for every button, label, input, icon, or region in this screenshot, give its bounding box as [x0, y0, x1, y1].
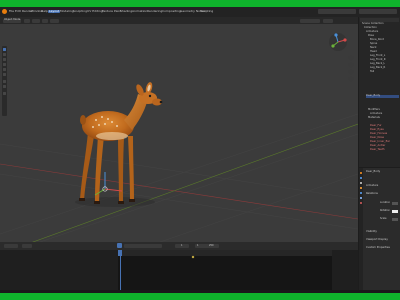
scale-tool-icon[interactable] [3, 68, 6, 71]
current-frame-field[interactable]: 1 [175, 244, 189, 248]
deer-model[interactable] [75, 81, 163, 207]
render-tab-icon[interactable] [360, 177, 362, 179]
material-row[interactable]: Deer_Teeth [370, 148, 385, 152]
object-menu[interactable] [50, 18, 59, 23]
modifier-tab-icon[interactable] [360, 192, 362, 194]
viewport-canvas[interactable] [0, 24, 358, 242]
end-frame-value: 250 [209, 243, 214, 247]
select-tool-icon[interactable] [3, 48, 6, 51]
tab-sculpting[interactable]: Sculpting [73, 10, 87, 13]
blender-logo-icon[interactable] [2, 9, 7, 14]
rotate-tool-icon[interactable] [3, 63, 6, 66]
measure-tool-icon[interactable] [3, 85, 6, 88]
3d-viewport[interactable] [0, 24, 358, 242]
menu-help[interactable]: Help [41, 10, 48, 13]
x-axis-line [0, 163, 358, 220]
transform-tool-icon[interactable] [3, 73, 6, 76]
current-frame-value: 1 [181, 243, 183, 247]
status-bar [0, 290, 400, 293]
add-menu[interactable] [42, 18, 48, 23]
properties-title: Deer_Body [366, 170, 381, 173]
playback-menu[interactable] [4, 244, 18, 248]
menu-file[interactable]: File [9, 10, 14, 13]
tab-compositing[interactable]: Compositing [162, 10, 181, 13]
view-menu[interactable] [24, 18, 30, 23]
location-label: Location [380, 201, 391, 204]
rotation-label: Rotation [380, 209, 390, 212]
tab-layout[interactable]: Layout [48, 10, 61, 13]
properties-tabs [359, 168, 363, 293]
cursor-tool-icon[interactable] [3, 53, 6, 56]
location-field[interactable] [392, 202, 398, 205]
outliner-row[interactable]: Materials [368, 116, 380, 120]
material-tab-icon[interactable] [360, 202, 362, 204]
properties-section[interactable]: Armature [366, 184, 378, 188]
properties-section[interactable]: Custom Properties [366, 246, 390, 250]
properties-section[interactable]: Visibility [366, 230, 377, 234]
navigation-gizmo[interactable] [329, 33, 347, 51]
menu-edit[interactable]: Edit [15, 10, 21, 13]
playhead-line [119, 256, 121, 293]
start-frame-value: 1 [197, 243, 199, 247]
add-cube-tool-icon[interactable] [3, 92, 6, 95]
y-axis-line [32, 123, 358, 242]
scene-selector[interactable] [318, 9, 356, 14]
rotation-field[interactable] [392, 210, 398, 213]
top-menu-bar: File Edit Render Window Help Layout Mode… [0, 7, 400, 17]
blender-window: File Edit Render Window Help Layout Mode… [0, 7, 400, 293]
tool-tab-icon[interactable] [360, 172, 362, 174]
physics-tab-icon[interactable] [360, 197, 362, 199]
tab-modeling[interactable]: Modeling [60, 10, 74, 13]
properties-section[interactable]: Relations [366, 192, 378, 196]
view-layer-selector[interactable] [359, 9, 397, 14]
scale-label: Scale [380, 217, 387, 220]
outliner-row-selected[interactable]: Deer_Body [366, 94, 399, 98]
floor-grid [0, 113, 358, 242]
record-button[interactable] [117, 243, 122, 248]
select-menu[interactable] [32, 18, 40, 23]
scale-field[interactable] [392, 218, 398, 221]
overlays-toggle[interactable] [323, 18, 333, 23]
tab-uv-editing[interactable]: UV Editing [87, 10, 103, 13]
viewport-nav-buttons[interactable] [348, 55, 354, 82]
tab-animation[interactable]: Animation [132, 10, 147, 13]
tab-scripting[interactable]: Scripting [200, 10, 213, 13]
tab-shading[interactable]: Shading [120, 10, 132, 13]
output-tab-icon[interactable] [360, 182, 362, 184]
shading-modes[interactable] [300, 18, 320, 23]
object-tab-icon[interactable] [360, 187, 362, 189]
timeline-body[interactable] [118, 256, 332, 293]
mode-selector[interactable]: Object Mode [3, 18, 21, 23]
keying-menu[interactable] [22, 244, 32, 248]
tab-texture-paint[interactable]: Texture Paint [102, 10, 121, 13]
outliner-row[interactable]: Tail [370, 70, 374, 74]
tab-rendering[interactable]: Rendering [147, 10, 162, 13]
properties-section[interactable]: Viewport Display [366, 238, 388, 242]
playback-controls[interactable] [124, 244, 162, 248]
move-tool-icon[interactable] [3, 58, 6, 61]
tool-shelf [2, 46, 7, 116]
mode-label: Object Mode [4, 18, 21, 22]
frame-range-fields[interactable]: 1 250 [195, 244, 219, 248]
annotate-tool-icon[interactable] [3, 80, 6, 83]
